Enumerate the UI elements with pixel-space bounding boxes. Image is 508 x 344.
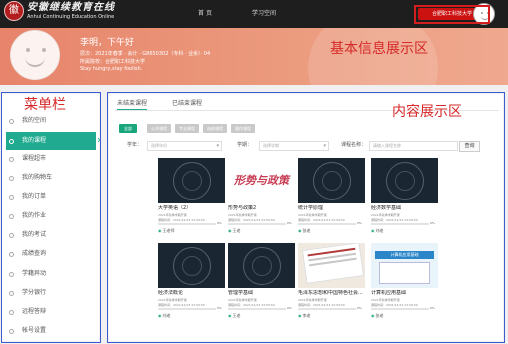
nav-home[interactable]: 首 页 <box>190 0 220 28</box>
nav-study-space[interactable]: 学习空间 <box>244 0 284 28</box>
logo-seal-icon: 徽 <box>4 1 24 21</box>
logo-chinese-name: 安徽继续教育在线 <box>27 2 115 13</box>
site-logo[interactable]: 徽 安徽继续教育在线 Anhui Continuing Education On… <box>4 1 115 21</box>
motto: Stay hungry,stay foolish. <box>80 66 143 72</box>
annotation-frame-school <box>414 5 490 24</box>
major-info: 层次：2021年春季 · 会计 · G8650302（专科 · 业余）· 04 <box>80 51 211 57</box>
profile-header: 李明，下午好 层次：2021年春季 · 会计 · G8650302（专科 · 业… <box>0 28 508 85</box>
annotation-menu: 菜单栏 <box>24 97 66 113</box>
logo-text: 安徽继续教育在线 Anhui Continuing Education Onli… <box>27 2 115 20</box>
annotation-frame-content <box>107 92 505 343</box>
annotation-content: 内容展示区 <box>392 104 462 120</box>
greeting: 李明，下午好 <box>80 38 135 48</box>
annotation-basic-info: 基本信息展示区 <box>330 41 428 57</box>
annotation-frame-menu <box>1 92 101 343</box>
school-info: 所属院校：合肥职工科技大学 <box>80 59 146 65</box>
profile-avatar-icon <box>10 30 60 80</box>
logo-english-name: Anhui Continuing Education Online <box>27 14 115 20</box>
